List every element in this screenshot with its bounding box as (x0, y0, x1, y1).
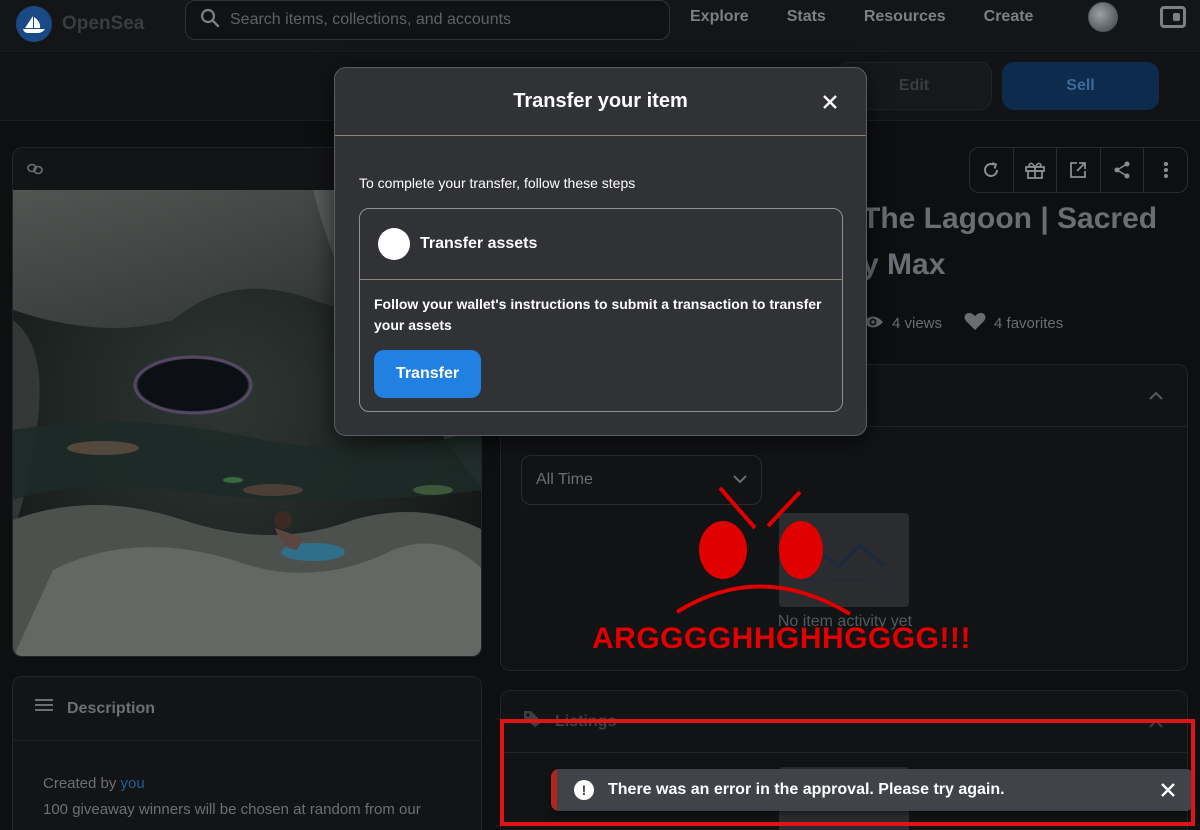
transfer-button[interactable]: Transfer (374, 350, 481, 398)
creator-link[interactable]: you (121, 775, 145, 792)
transfer-step-card: Transfer assets Follow your wallet's ins… (359, 208, 843, 412)
wallet-icon[interactable] (1160, 6, 1186, 28)
step-instructions: Follow your wallet's instructions to sub… (374, 296, 822, 333)
listings-title: Listings (555, 712, 617, 730)
item-title: The Lagoon | Sacred y Max (862, 196, 1192, 288)
step-body: Follow your wallet's instructions to sub… (360, 280, 842, 398)
views-count: 4 views (892, 315, 943, 332)
nav-link-explore[interactable]: Explore (690, 6, 749, 28)
alert-icon: ! (574, 780, 594, 800)
step-label: Transfer assets (420, 235, 538, 252)
search-input[interactable] (230, 11, 650, 29)
nav-links: Explore Stats Resources Create (690, 6, 1071, 28)
nav-link-resources[interactable]: Resources (864, 6, 946, 28)
gift-icon[interactable] (1014, 148, 1058, 192)
open-external-icon[interactable] (1057, 148, 1101, 192)
description-text: 100 giveaway winners will be chosen at r… (43, 801, 421, 818)
modal-title: Transfer your item (513, 90, 688, 112)
views-stat: 4 views (862, 315, 942, 333)
description-title: Description (67, 699, 156, 717)
description-panel: Description Created by you 100 giveaway … (12, 676, 482, 830)
step-header: Transfer assets (360, 209, 842, 280)
activity-filter-value: All Time (536, 471, 593, 488)
share-icon[interactable] (1101, 148, 1145, 192)
brand[interactable]: OpenSea (16, 6, 144, 42)
toast-message: There was an error in the approval. Plea… (608, 781, 1005, 798)
step-status-circle (378, 228, 410, 260)
profile-avatar[interactable] (1088, 2, 1118, 32)
created-by-line: Created by you (43, 771, 451, 797)
description-lines-icon (35, 698, 53, 719)
close-icon[interactable] (820, 92, 840, 112)
price-tag-icon (523, 710, 543, 733)
annotation-text: ARGGGGHHGHHGGGG!!! (592, 622, 971, 655)
opensea-logo-icon (16, 6, 52, 42)
chevron-up-icon[interactable] (1149, 387, 1163, 405)
search-bar[interactable] (185, 0, 670, 40)
toast-error-accent (551, 769, 557, 811)
item-tools (969, 147, 1188, 193)
brand-name: OpenSea (62, 13, 145, 34)
heart-icon (964, 312, 986, 335)
toast-close-icon[interactable] (1156, 778, 1180, 802)
modal-header: Transfer your item (335, 68, 866, 136)
search-icon (200, 8, 220, 33)
error-toast: ! There was an error in the approval. Pl… (551, 769, 1194, 811)
favorites-count: 4 favorites (994, 315, 1064, 332)
transfer-modal: Transfer your item To complete your tran… (334, 67, 867, 436)
created-by-prefix: Created by (43, 775, 117, 792)
nav-link-create[interactable]: Create (984, 6, 1034, 28)
sell-button[interactable]: Sell (1002, 62, 1159, 110)
chain-link-icon (27, 162, 43, 180)
item-stats: 4 views 4 favorites (862, 312, 1063, 335)
opensea-item-page: OpenSea Explore Stats Resources Create E… (0, 0, 1200, 830)
empty-activity-illustration (779, 513, 909, 607)
item-title-line1: The Lagoon | Sacred (862, 202, 1158, 235)
more-options-icon[interactable] (1144, 148, 1187, 192)
item-title-line2: y Max (862, 248, 946, 281)
description-body: Created by you 100 giveaway winners will… (13, 741, 481, 823)
refresh-icon[interactable] (970, 148, 1014, 192)
listings-chevron-up-icon[interactable] (1149, 715, 1163, 733)
top-navigation: OpenSea Explore Stats Resources Create (0, 0, 1200, 52)
nav-link-stats[interactable]: Stats (787, 6, 826, 28)
activity-time-filter[interactable]: All Time (521, 455, 762, 505)
favorites-stat[interactable]: 4 favorites (964, 312, 1063, 335)
listings-header[interactable]: Listings (501, 691, 1187, 753)
chevron-down-icon (733, 471, 747, 489)
description-header[interactable]: Description (13, 677, 481, 741)
modal-subtitle: To complete your transfer, follow these … (359, 175, 636, 191)
